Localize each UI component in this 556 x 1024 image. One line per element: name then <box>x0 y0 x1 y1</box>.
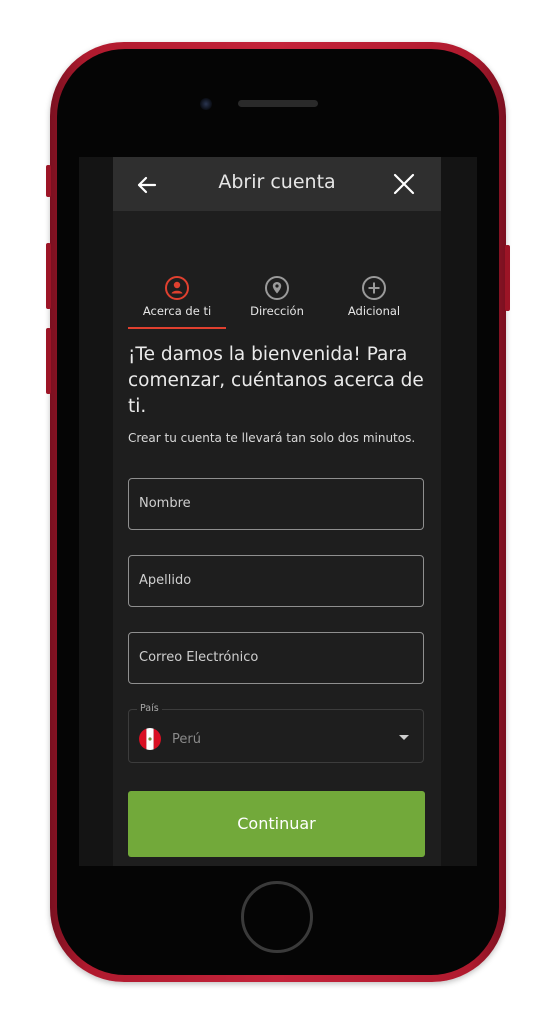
step-tabs: Acerca de ti Dirección Adicional <box>113 275 441 331</box>
tab-adicional[interactable]: Adicional <box>319 275 429 318</box>
location-pin-icon <box>265 276 289 300</box>
welcome-subtext: Crear tu cuenta te llevará tan solo dos … <box>128 431 416 445</box>
tab-acerca-de-ti[interactable]: Acerca de ti <box>122 275 232 318</box>
first-name-placeholder: Nombre <box>139 496 191 511</box>
close-icon <box>393 173 415 195</box>
plus-circle-icon <box>362 276 386 300</box>
country-value: Perú <box>172 732 201 747</box>
top-bar: Abrir cuenta <box>113 157 441 211</box>
silent-switch <box>46 165 51 197</box>
country-label: País <box>137 703 162 714</box>
email-field[interactable]: Correo Electrónico <box>128 632 424 684</box>
step-label: Acerca de ti <box>142 304 212 318</box>
power-button <box>505 245 510 311</box>
tab-direccion[interactable]: Dirección <box>222 275 332 318</box>
peru-flag-icon <box>139 728 161 750</box>
continue-button[interactable]: Continuar <box>128 791 425 857</box>
home-button[interactable] <box>241 881 313 953</box>
front-camera <box>200 98 212 110</box>
step-label: Dirección <box>250 304 304 318</box>
country-select[interactable]: País Perú <box>128 703 424 763</box>
active-step-indicator <box>128 327 226 329</box>
step-label: Adicional <box>347 304 401 318</box>
earpiece-speaker <box>238 100 318 107</box>
first-name-field[interactable]: Nombre <box>128 478 424 530</box>
volume-up-button <box>46 243 51 309</box>
open-account-screen: Abrir cuenta Acerca de ti Dirección Adic… <box>113 157 441 866</box>
last-name-field[interactable]: Apellido <box>128 555 424 607</box>
volume-down-button <box>46 328 51 394</box>
user-icon <box>165 276 189 300</box>
close-button[interactable] <box>389 169 419 199</box>
email-placeholder: Correo Electrónico <box>139 650 259 665</box>
device-screen: Abrir cuenta Acerca de ti Dirección Adic… <box>79 157 477 866</box>
last-name-placeholder: Apellido <box>139 573 192 588</box>
chevron-down-icon <box>399 735 409 740</box>
welcome-heading: ¡Te damos la bienvenida! Para comenzar, … <box>128 344 424 417</box>
